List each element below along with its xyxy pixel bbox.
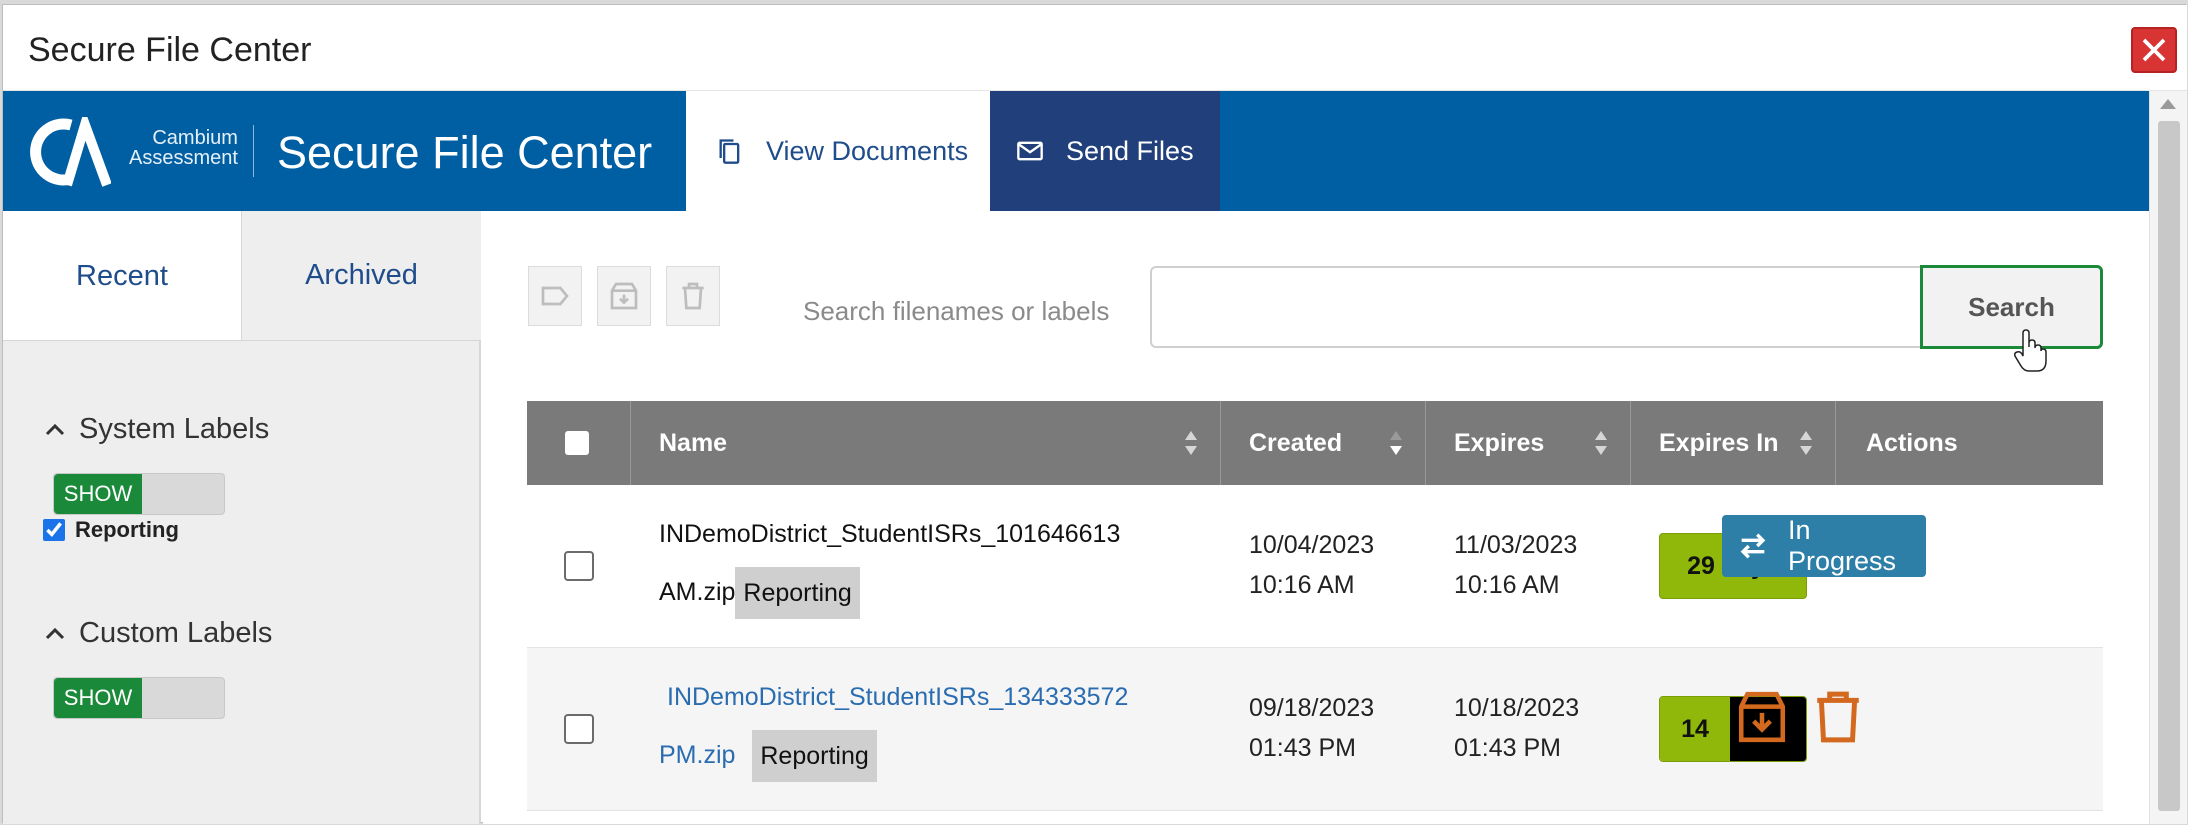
- file-name-line1: INDemoDistrict_StudentISRs_101646613: [659, 520, 1121, 548]
- column-created-label: Created: [1249, 428, 1343, 457]
- mail-icon: [1017, 141, 1043, 161]
- toggle-on-label: SHOW: [54, 474, 142, 514]
- file-label-chip[interactable]: Reporting: [735, 567, 860, 620]
- search-input[interactable]: [1150, 266, 1920, 348]
- column-header-actions: Actions: [1836, 401, 2103, 485]
- tab-view-documents-label: View Documents: [766, 135, 969, 166]
- custom-labels-show-toggle[interactable]: SHOW: [53, 677, 225, 719]
- column-expires-in-label: Expires In: [1659, 428, 1779, 457]
- custom-labels-title: Custom Labels: [79, 617, 273, 649]
- expires-time-value: 01:43 PM: [1454, 734, 1562, 762]
- expires-time-value: 10:16 AM: [1454, 571, 1560, 599]
- tab-send-files-label: Send Files: [1066, 135, 1194, 166]
- vertical-scrollbar[interactable]: [2149, 91, 2187, 824]
- logo-line1: Cambium: [152, 127, 238, 149]
- column-header-created[interactable]: Created: [1221, 401, 1426, 485]
- main-content: Search filenames or labels Search Name C…: [483, 211, 2149, 824]
- file-name-line2-row: PM.zip Reporting: [659, 726, 1159, 784]
- hand-cursor-icon: [2014, 329, 2047, 372]
- sort-icon: [1595, 431, 1607, 455]
- expires-date-value: 10/18/2023: [1454, 694, 1580, 722]
- sort-desc-icon: [1390, 431, 1402, 455]
- scroll-up-icon[interactable]: [2160, 99, 2176, 109]
- close-button[interactable]: [2131, 27, 2177, 73]
- tab-send-files[interactable]: Send Files: [990, 91, 1220, 211]
- window-title: Secure File Center: [28, 31, 312, 69]
- delete-button[interactable]: [666, 266, 720, 326]
- created-date-value: 10/04/2023: [1249, 531, 1375, 559]
- table-header: Name Created Expires Expires In Actions: [527, 401, 2103, 485]
- logo-line2: Assessment: [129, 147, 238, 169]
- file-name-link-line2[interactable]: PM.zip: [659, 741, 735, 769]
- logo-text: Cambium Assessment: [129, 128, 238, 168]
- copy-icon: [719, 139, 740, 164]
- column-header-name[interactable]: Name: [631, 401, 1221, 485]
- sidebar-tab-recent[interactable]: Recent: [3, 211, 242, 341]
- file-name-line2-row: AM.zip Reporting: [659, 563, 1159, 621]
- created-time-value: 10:16 AM: [1249, 571, 1355, 599]
- file-name-line2: AM.zip: [659, 578, 736, 606]
- trash-icon: [682, 282, 704, 310]
- search-button[interactable]: Search: [1920, 265, 2103, 349]
- scroll-thumb[interactable]: [2158, 121, 2180, 811]
- select-all-cell: [527, 401, 631, 485]
- column-header-expires-in[interactable]: Expires In: [1631, 401, 1836, 485]
- toggle-on-label: SHOW: [54, 678, 142, 718]
- secure-file-center-window: Secure File Center Cambium Assessment Se…: [2, 4, 2187, 824]
- table-row: INDemoDistrict_StudentISRs_101646613 AM.…: [527, 485, 2103, 648]
- sidebar-tab-archived[interactable]: Archived: [242, 211, 481, 341]
- column-name-label: Name: [659, 428, 728, 457]
- search-label: Search filenames or labels: [803, 296, 1110, 326]
- file-label-chip[interactable]: Reporting: [752, 730, 877, 783]
- archive-button[interactable]: [597, 266, 651, 326]
- chevron-up-icon: [45, 627, 65, 639]
- file-name-link-line1[interactable]: INDemoDistrict_StudentISRs_134333572: [659, 668, 1159, 726]
- app-title: Secure File Center: [277, 127, 653, 178]
- table-row: INDemoDistrict_StudentISRs_134333572 PM.…: [527, 648, 2103, 811]
- column-header-expires[interactable]: Expires: [1426, 401, 1631, 485]
- delete-action-icon[interactable]: [1813, 690, 1863, 744]
- in-progress-button[interactable]: In Progress: [1722, 515, 1926, 577]
- expires-date: 11/03/2023 10:16 AM: [1454, 525, 1577, 605]
- row-checkbox[interactable]: [564, 714, 594, 744]
- custom-labels-header[interactable]: Custom Labels: [43, 617, 272, 650]
- reporting-checkbox[interactable]: [43, 519, 65, 541]
- close-icon: [2142, 38, 2166, 62]
- reporting-label-checkbox-row[interactable]: Reporting: [43, 517, 179, 543]
- cambium-logo-icon: [30, 117, 111, 187]
- swap-arrows-icon: [1740, 533, 1766, 559]
- created-time-value: 01:43 PM: [1249, 734, 1357, 762]
- sort-icon: [1800, 431, 1812, 455]
- sidebar: Recent Archived System Labels SHOW Repor…: [3, 211, 481, 824]
- tab-view-documents[interactable]: View Documents: [686, 91, 990, 211]
- row-checkbox[interactable]: [564, 551, 594, 581]
- reporting-label: Reporting: [75, 517, 179, 542]
- created-date-value: 09/18/2023: [1249, 694, 1375, 722]
- archive-action-icon[interactable]: [1737, 690, 1787, 744]
- column-actions-label: Actions: [1866, 428, 1958, 457]
- label-button[interactable]: [528, 266, 582, 326]
- logo-divider: [253, 125, 254, 177]
- created-date: 09/18/2023 01:43 PM: [1249, 688, 1374, 768]
- chevron-up-icon: [45, 423, 65, 435]
- title-bar: Secure File Center: [3, 5, 2187, 91]
- archive-icon: [610, 282, 638, 310]
- created-date: 10/04/2023 10:16 AM: [1249, 525, 1374, 605]
- expires-date-value: 11/03/2023: [1454, 531, 1578, 559]
- system-labels-show-toggle[interactable]: SHOW: [53, 473, 225, 515]
- expires-date: 10/18/2023 01:43 PM: [1454, 688, 1579, 768]
- tag-icon: [541, 286, 569, 306]
- file-name: INDemoDistrict_StudentISRs_134333572 PM.…: [659, 668, 1159, 784]
- select-all-checkbox[interactable]: [565, 431, 589, 455]
- system-labels-header[interactable]: System Labels: [43, 413, 269, 446]
- file-name: INDemoDistrict_StudentISRs_101646613 AM.…: [659, 505, 1159, 621]
- sort-icon: [1185, 431, 1197, 455]
- system-labels-title: System Labels: [79, 413, 270, 445]
- expires-in-value: 14: [1660, 697, 1730, 761]
- column-expires-label: Expires: [1454, 428, 1545, 457]
- app-header: Cambium Assessment Secure File Center Vi…: [3, 91, 2149, 211]
- in-progress-label: In Progress: [1787, 515, 1897, 576]
